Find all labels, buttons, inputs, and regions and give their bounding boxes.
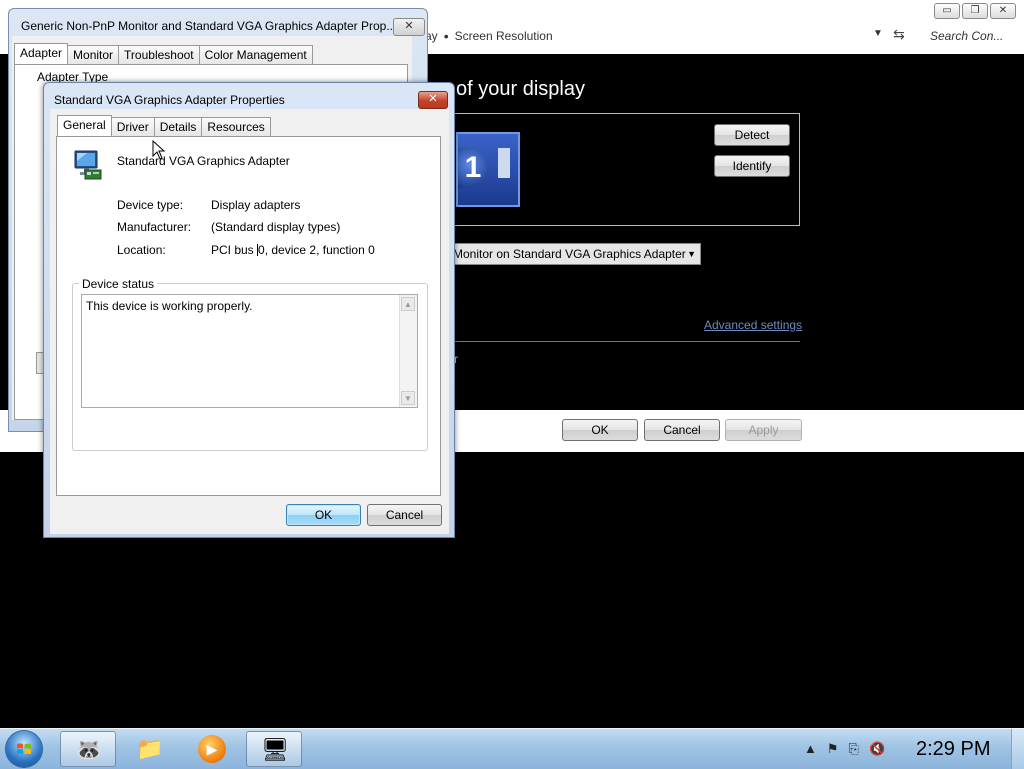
location-value-start: PCI bus: [211, 243, 258, 257]
show-hidden-icons-icon[interactable]: ▲: [804, 741, 817, 757]
location-label: Location:: [117, 243, 166, 257]
taskbar-item-media-player[interactable]: ▶: [184, 731, 240, 767]
display-adapter-icon: [74, 150, 102, 180]
minimize-button[interactable]: ▭: [934, 3, 960, 19]
device-status-textbox[interactable]: This device is working properly. ▲ ▼: [81, 294, 418, 408]
tab-resources[interactable]: Resources: [201, 117, 271, 136]
system-tray: ▲ ⚑ ⎘ 🔇: [804, 741, 885, 757]
monitor-dialog-tabs: Adapter Monitor Troubleshoot Color Manag…: [14, 43, 313, 64]
device-type-label: Device type:: [117, 198, 184, 212]
manufacturer-value: (Standard display types): [211, 220, 341, 234]
display-select-value: Monitor on Standard VGA Graphics Adapter: [453, 247, 686, 261]
taskbar-item-display[interactable]: 🖥: [246, 731, 302, 767]
device-status-text: This device is working properly.: [86, 299, 253, 313]
address-dropdown-icon[interactable]: ▼: [873, 28, 883, 39]
chevron-down-icon: ▼: [687, 249, 696, 259]
divider: [448, 341, 800, 342]
vga-properties-dialog: Standard VGA Graphics Adapter Properties…: [43, 82, 455, 538]
tab-monitor[interactable]: Monitor: [67, 45, 120, 64]
tab-adapter[interactable]: Adapter: [14, 43, 69, 64]
close-button[interactable]: ✕: [990, 3, 1016, 19]
dialog-title: Generic Non-PnP Monitor and Standard VGA…: [21, 19, 397, 33]
device-status-label: Device status: [79, 277, 158, 291]
raccoon-app-icon: 🦝: [75, 737, 103, 762]
ok-button[interactable]: OK: [562, 419, 638, 441]
clock[interactable]: 2:29 PM: [916, 738, 990, 761]
media-player-icon: ▶: [198, 735, 226, 763]
advanced-settings-link[interactable]: Advanced settings: [704, 318, 802, 332]
show-desktop-button[interactable]: [1011, 729, 1024, 769]
display-select[interactable]: Monitor on Standard VGA Graphics Adapter…: [448, 243, 701, 265]
volume-muted-icon[interactable]: 🔇: [869, 741, 885, 757]
tab-driver[interactable]: Driver: [110, 117, 155, 136]
monitor-stripe: [498, 148, 510, 178]
search-input[interactable]: Search Con...: [924, 25, 1020, 47]
vga-dialog-tabs: General Driver Details Resources: [57, 115, 271, 136]
explorer-icon: 📁: [136, 736, 164, 761]
tab-troubleshoot[interactable]: Troubleshoot: [118, 45, 200, 64]
network-icon[interactable]: ⎘: [849, 741, 859, 757]
status-scrollbar[interactable]: ▲ ▼: [399, 295, 417, 407]
tab-color-management[interactable]: Color Management: [198, 45, 313, 64]
window-controls: ▭ ❐ ✕: [934, 3, 1016, 19]
action-center-flag-icon[interactable]: ⚑: [827, 741, 839, 757]
scroll-down-icon[interactable]: ▼: [401, 391, 415, 405]
location-value-end: 0, device 2, function 0: [258, 243, 375, 257]
restore-button[interactable]: ❐: [962, 3, 988, 19]
monitor-1-icon[interactable]: 1: [456, 132, 520, 207]
cancel-button[interactable]: Cancel: [644, 419, 720, 441]
breadcrumb-screen-resolution[interactable]: Screen Resolution: [455, 29, 553, 43]
cancel-button[interactable]: Cancel: [367, 504, 442, 526]
display-settings-icon: 🖥: [261, 737, 289, 762]
manufacturer-label: Manufacturer:: [117, 220, 192, 234]
taskbar-item-explorer[interactable]: 📁: [122, 731, 178, 767]
breadcrumb: ay • Screen Resolution: [425, 28, 553, 44]
windows-logo-icon: [17, 743, 31, 754]
detect-button[interactable]: Detect: [714, 124, 790, 146]
apply-button[interactable]: Apply: [725, 419, 802, 441]
monitor-number: 1: [458, 148, 488, 188]
close-button[interactable]: ✕: [418, 91, 448, 109]
page-title: of your display: [456, 78, 585, 100]
location-value[interactable]: PCI bus 0, device 2, function 0: [211, 243, 375, 257]
taskbar-item-raccoon[interactable]: 🦝: [60, 731, 116, 767]
tab-general[interactable]: General: [57, 115, 112, 136]
refresh-icon[interactable]: ⇆: [893, 26, 905, 43]
device-name: Standard VGA Graphics Adapter: [117, 154, 290, 168]
dialog-title: Standard VGA Graphics Adapter Properties: [54, 93, 285, 107]
scroll-up-icon[interactable]: ▲: [401, 297, 415, 311]
identify-button[interactable]: Identify: [714, 155, 790, 177]
tab-details[interactable]: Details: [153, 117, 203, 136]
close-button[interactable]: ✕: [393, 18, 425, 36]
breadcrumb-separator-icon: •: [443, 28, 449, 44]
ok-button[interactable]: OK: [286, 504, 361, 526]
start-button[interactable]: [6, 731, 42, 767]
taskbar: 🦝 📁 ▶ 🖥 ▲ ⚑ ⎘ 🔇 2:29 PM: [0, 728, 1024, 769]
device-type-value: Display adapters: [211, 198, 301, 212]
